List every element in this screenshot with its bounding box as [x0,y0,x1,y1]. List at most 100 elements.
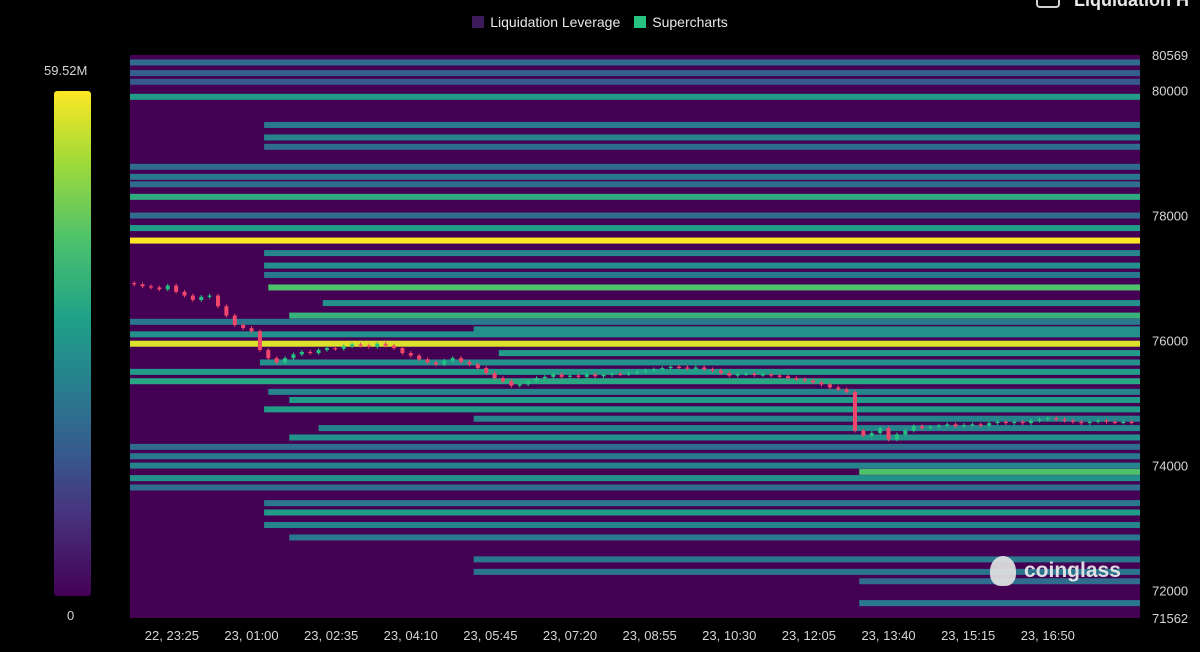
candle[interactable] [735,374,740,376]
liquidation-band[interactable] [289,396,1140,403]
candle[interactable] [894,434,899,440]
candle[interactable] [450,358,455,361]
candle[interactable] [953,424,958,427]
candle[interactable] [970,424,975,426]
candle[interactable] [299,351,304,355]
liquidation-band[interactable] [130,368,1140,375]
liquidation-band[interactable] [498,350,1140,357]
candle[interactable] [844,389,849,392]
candle[interactable] [182,291,187,296]
candle[interactable] [568,375,573,377]
candle[interactable] [484,368,489,374]
candle[interactable] [643,370,648,372]
candle[interactable] [693,367,698,369]
candle[interactable] [366,345,371,347]
liquidation-band[interactable] [130,484,1140,491]
candle[interactable] [140,284,145,287]
candle[interactable] [995,421,1000,424]
candle[interactable] [702,367,707,370]
candle[interactable] [626,373,631,375]
candle[interactable] [132,283,137,285]
candle[interactable] [861,430,866,436]
candle[interactable] [216,295,221,307]
candle[interactable] [475,364,480,369]
liquidation-band[interactable] [130,462,1140,469]
candle[interactable] [417,355,422,360]
candle[interactable] [190,295,195,300]
liquidation-band[interactable] [130,225,1140,232]
candle[interactable] [752,373,757,375]
candle[interactable] [601,374,606,377]
candle[interactable] [1129,421,1134,424]
candle[interactable] [358,344,363,346]
candle[interactable] [878,428,883,434]
candle[interactable] [274,358,279,363]
candle[interactable] [760,374,765,376]
candle[interactable] [534,378,539,382]
liquidation-band[interactable] [289,312,1140,319]
candle[interactable] [433,362,438,365]
candle[interactable] [425,359,430,363]
candle[interactable] [232,315,237,325]
candle[interactable] [1029,420,1034,424]
candle[interactable] [316,349,321,354]
candle[interactable] [685,367,690,369]
candle[interactable] [207,295,212,297]
candle[interactable] [1087,421,1092,424]
candle[interactable] [677,366,682,369]
liquidation-band[interactable] [130,93,1140,100]
candle[interactable] [978,424,983,426]
liquidation-band[interactable] [130,193,1140,200]
candle[interactable] [241,324,246,329]
liquidation-band[interactable] [130,70,1140,77]
liquidation-band[interactable] [264,121,1140,128]
candle[interactable] [727,373,732,376]
candle[interactable] [224,306,229,316]
liquidation-band[interactable] [130,163,1140,170]
liquidation-band[interactable] [130,453,1140,460]
candle[interactable] [291,354,296,359]
candle[interactable] [1037,419,1042,421]
candle[interactable] [559,374,564,377]
liquidation-band[interactable] [130,212,1140,219]
liquidation-band[interactable] [264,500,1140,507]
candle[interactable] [961,424,966,427]
candle[interactable] [576,375,581,377]
liquidation-band[interactable] [130,59,1140,66]
candle[interactable] [794,378,799,380]
candle[interactable] [375,343,380,347]
candle[interactable] [936,425,941,427]
candle[interactable] [459,358,464,362]
candle[interactable] [350,344,355,347]
liquidation-band[interactable] [130,181,1140,188]
liquidation-band[interactable] [268,284,1140,291]
candle[interactable] [1104,420,1109,422]
liquidation-band[interactable] [264,143,1140,150]
candle[interactable] [509,381,514,386]
liquidation-band[interactable] [130,378,1140,385]
candle[interactable] [341,346,346,349]
candle[interactable] [869,433,874,436]
candle[interactable] [668,366,673,369]
liquidation-band[interactable] [264,521,1140,528]
candle[interactable] [383,343,388,346]
candle[interactable] [811,380,816,383]
liquidation-band[interactable] [322,300,1140,307]
candle[interactable] [635,371,640,374]
liquidation-heatmap-chart[interactable]: 80569 80000 78000 76000 74000 72000 71562 22, … [0,0,1200,652]
candle[interactable] [551,374,556,377]
liquidation-band[interactable] [264,271,1140,278]
candle[interactable] [542,376,547,379]
candle[interactable] [651,369,656,371]
liquidation-band[interactable] [289,434,1140,441]
liquidation-band[interactable] [264,509,1140,516]
candle[interactable] [802,379,807,381]
candle[interactable] [744,373,749,375]
candle[interactable] [1112,421,1117,424]
candle[interactable] [920,426,925,429]
candle[interactable] [1012,421,1017,424]
liquidation-band[interactable] [130,318,1140,325]
liquidation-band[interactable] [268,388,1140,395]
candle[interactable] [492,373,497,379]
liquidation-band[interactable] [318,425,1140,432]
